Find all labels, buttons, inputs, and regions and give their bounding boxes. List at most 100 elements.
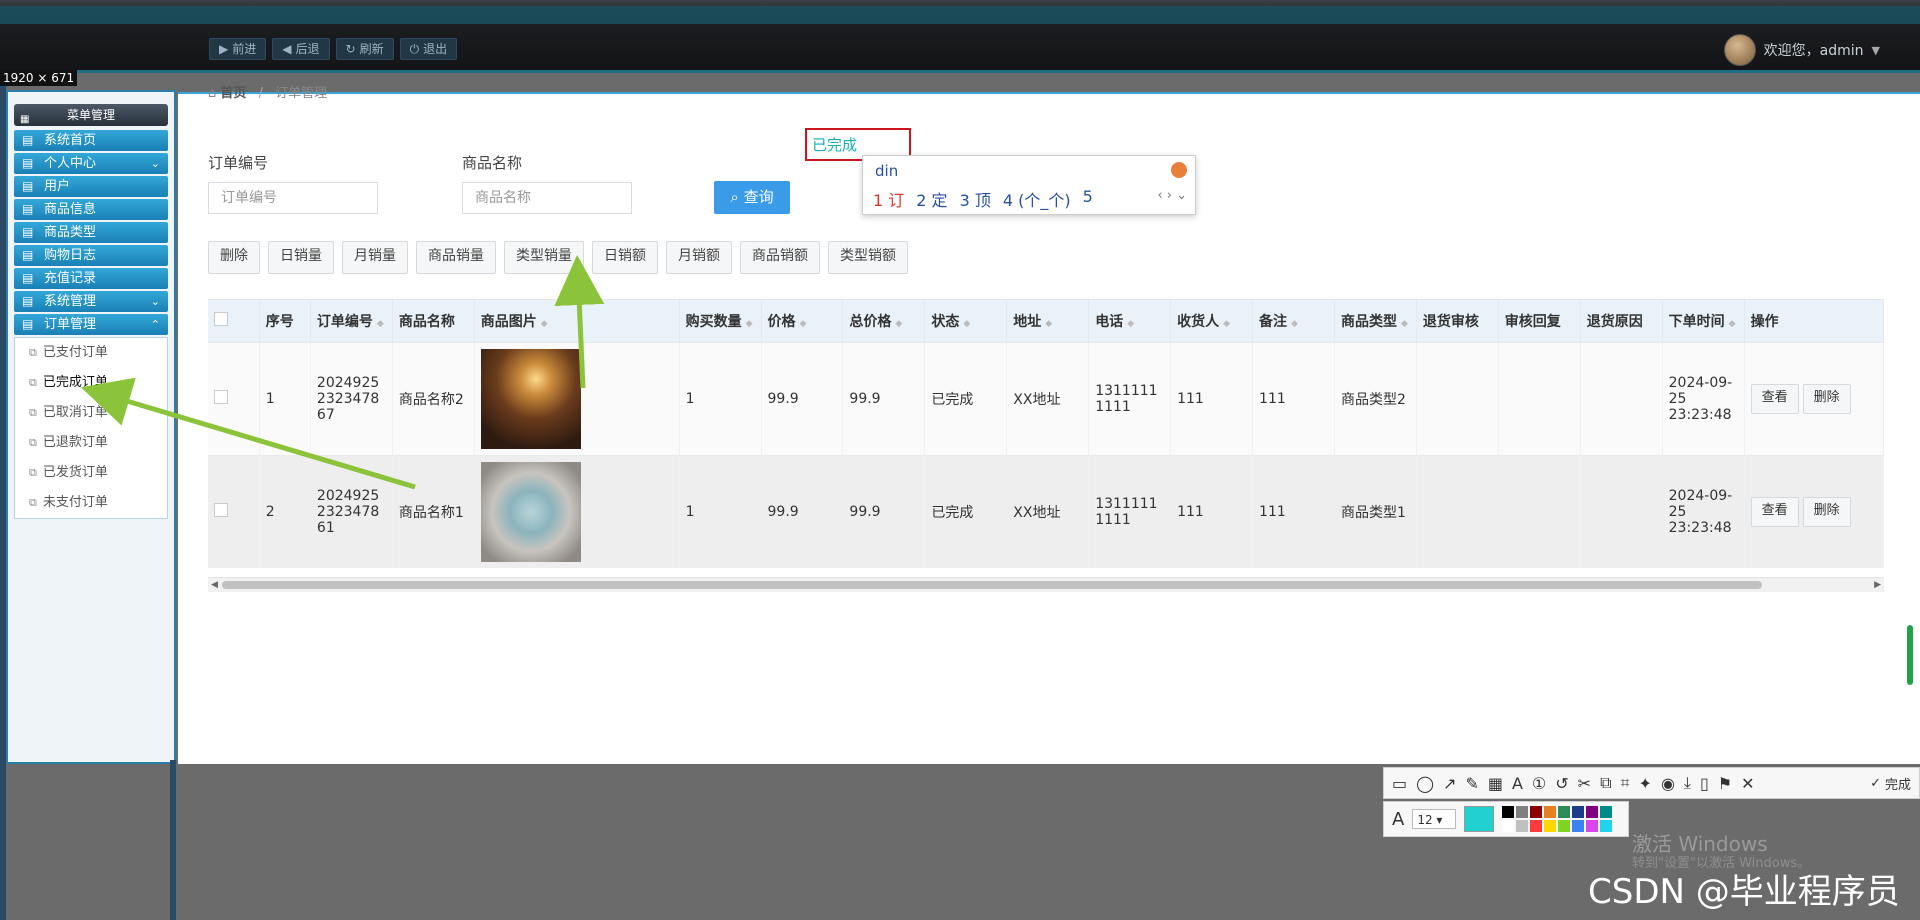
right-scroll-tab[interactable] bbox=[1907, 625, 1913, 685]
delete-row-button[interactable]: 删除 bbox=[1802, 497, 1851, 527]
daily-sales-button[interactable]: 日销量 bbox=[268, 241, 334, 274]
row-checkbox[interactable] bbox=[208, 455, 260, 568]
done-button[interactable]: ✓ 完成 bbox=[1870, 774, 1911, 793]
sidebar-item-shopping-log[interactable]: ▤ 购物日志 bbox=[14, 245, 168, 266]
monthly-sales-button[interactable]: 月销量 bbox=[342, 241, 408, 274]
font-size-select[interactable]: 12 ▾ bbox=[1412, 809, 1457, 829]
type-sales-button[interactable]: 类型销量 bbox=[504, 241, 584, 274]
text-icon[interactable]: A bbox=[1512, 774, 1523, 793]
color-swatch[interactable] bbox=[1502, 806, 1515, 818]
col-header[interactable]: 下单时间 ◆ bbox=[1662, 300, 1745, 343]
back-button[interactable]: ◀ 后退 bbox=[272, 38, 330, 60]
color-swatch[interactable] bbox=[1572, 820, 1585, 832]
color-swatch[interactable] bbox=[1586, 806, 1599, 818]
sidebar-item-products[interactable]: ▤ 商品信息 bbox=[14, 199, 168, 220]
color-swatch[interactable] bbox=[1544, 806, 1557, 818]
close-icon[interactable]: ✕ bbox=[1741, 774, 1754, 793]
color-swatch[interactable] bbox=[1558, 820, 1571, 832]
forward-button[interactable]: ▶ 前进 bbox=[209, 38, 267, 60]
row-checkbox[interactable] bbox=[208, 342, 260, 456]
submenu-paid-orders[interactable]: ⧉ 已支付订单 bbox=[15, 338, 167, 368]
col-header[interactable]: 审核回复 bbox=[1498, 300, 1581, 343]
col-header[interactable]: 地址 ◆ bbox=[1006, 300, 1090, 343]
color-swatch[interactable] bbox=[1530, 820, 1543, 832]
color-swatch[interactable] bbox=[1516, 806, 1529, 818]
sidebar-item-recharge[interactable]: ▤ 充值记录 bbox=[14, 268, 168, 289]
undo-icon[interactable]: ↺ bbox=[1555, 774, 1568, 793]
phone-icon[interactable]: ▯ bbox=[1700, 774, 1709, 793]
color-swatch[interactable] bbox=[1544, 820, 1557, 832]
arrow-icon[interactable]: ↗ bbox=[1443, 774, 1456, 793]
col-header[interactable]: 购买数量 ◆ bbox=[679, 300, 762, 343]
color-swatch[interactable] bbox=[1558, 806, 1571, 818]
col-header[interactable]: 退货原因 bbox=[1580, 300, 1663, 343]
type-revenue-button[interactable]: 类型销额 bbox=[828, 241, 908, 274]
sidebar-item-system[interactable]: ▤ 系统管理 ⌄ bbox=[14, 291, 168, 312]
col-header[interactable]: 订单编号 ◆ bbox=[310, 300, 393, 343]
color-swatch[interactable] bbox=[1600, 806, 1613, 818]
ime-candidate[interactable]: 2 定 bbox=[916, 187, 947, 211]
scroll-right-icon[interactable]: ▶ bbox=[1874, 578, 1881, 592]
monthly-revenue-button[interactable]: 月销额 bbox=[666, 241, 732, 274]
logout-button[interactable]: ⏻ 退出 bbox=[399, 38, 458, 60]
col-header[interactable]: 收货人 ◆ bbox=[1170, 300, 1254, 343]
bookmark-icon[interactable]: ⚑ bbox=[1718, 774, 1732, 793]
current-color-swatch[interactable] bbox=[1464, 806, 1495, 832]
select-all-checkbox[interactable] bbox=[208, 300, 260, 343]
delete-button[interactable]: 删除 bbox=[208, 241, 260, 274]
col-header[interactable]: 商品名称 bbox=[392, 300, 475, 343]
pen-icon[interactable]: ✎ bbox=[1465, 774, 1478, 793]
highlight-text[interactable]: 已完成 bbox=[812, 134, 857, 155]
record-icon[interactable]: ◉ bbox=[1661, 774, 1675, 793]
sidebar-item-home[interactable]: ▤ 系统首页 bbox=[14, 130, 168, 151]
breadcrumb-home[interactable]: 首页 bbox=[220, 86, 246, 101]
scroll-thumb[interactable] bbox=[222, 581, 1762, 589]
sidebar-item-users[interactable]: ▤ 用户 bbox=[14, 176, 168, 197]
scissors-icon[interactable]: ✂ bbox=[1578, 774, 1591, 793]
col-header[interactable]: 总价格 ◆ bbox=[842, 300, 926, 343]
refresh-button[interactable]: ↻ 刷新 bbox=[335, 38, 394, 60]
sidebar-item-orders[interactable]: ▤ 订单管理 ⌃ bbox=[14, 314, 168, 335]
ime-candidate[interactable]: 1 订 bbox=[873, 187, 904, 211]
daily-revenue-button[interactable]: 日销额 bbox=[592, 241, 658, 274]
col-header[interactable]: 价格 ◆ bbox=[761, 300, 844, 343]
ime-candidate[interactable]: 5 bbox=[1083, 187, 1093, 211]
delete-row-button[interactable]: 删除 bbox=[1802, 384, 1851, 414]
color-swatch[interactable] bbox=[1502, 820, 1515, 832]
col-header[interactable]: 备注 ◆ bbox=[1252, 300, 1335, 343]
copy-icon[interactable]: ⧉ bbox=[1600, 773, 1611, 793]
color-swatch[interactable] bbox=[1572, 806, 1585, 818]
number-icon[interactable]: ① bbox=[1532, 774, 1546, 793]
col-header[interactable]: 商品图片 ◆ bbox=[474, 300, 680, 343]
view-button[interactable]: 查看 bbox=[1750, 384, 1799, 414]
submenu-cancelled-orders[interactable]: ⧉ 已取消订单 bbox=[15, 398, 167, 428]
view-button[interactable]: 查看 bbox=[1750, 497, 1799, 527]
col-header[interactable]: 商品类型 ◆ bbox=[1334, 300, 1417, 343]
sidebar-item-product-types[interactable]: ▤ 商品类型 bbox=[14, 222, 168, 243]
mosaic-icon[interactable]: ▦ bbox=[1488, 774, 1503, 793]
submenu-shipped-orders[interactable]: ⧉ 已发货订单 bbox=[15, 458, 167, 488]
crop-icon[interactable]: ⌗ bbox=[1621, 773, 1630, 793]
ime-candidate[interactable]: 3 顶 bbox=[960, 187, 991, 211]
submenu-completed-orders[interactable]: ⧉ 已完成订单 bbox=[15, 368, 167, 398]
col-header[interactable]: 状态 ◆ bbox=[924, 300, 1008, 343]
col-header[interactable]: 电话 ◆ bbox=[1088, 300, 1172, 343]
pin-icon[interactable]: ✦ bbox=[1639, 774, 1652, 793]
color-swatch[interactable] bbox=[1530, 806, 1543, 818]
product-name-input[interactable]: 商品名称 bbox=[462, 182, 632, 214]
ime-candidate[interactable]: 4 (个_个) bbox=[1003, 187, 1071, 211]
sidebar-item-profile[interactable]: ▤ 个人中心 ⌄ bbox=[14, 153, 168, 174]
col-header[interactable]: 退货审核 bbox=[1416, 300, 1499, 343]
ime-nav-icon[interactable]: ‹ › ⌄ bbox=[1157, 188, 1187, 203]
order-no-input[interactable]: 订单编号 bbox=[208, 182, 378, 214]
user-menu[interactable]: 欢迎您，admin ▼ bbox=[1723, 34, 1880, 66]
rect-icon[interactable]: ▭ bbox=[1392, 774, 1407, 793]
submenu-refunded-orders[interactable]: ⧉ 已退款订单 bbox=[15, 428, 167, 458]
col-header[interactable]: 序号 bbox=[259, 300, 311, 343]
horizontal-scrollbar[interactable]: ◀ ▶ bbox=[208, 577, 1884, 592]
product-revenue-button[interactable]: 商品销额 bbox=[740, 241, 820, 274]
color-swatch[interactable] bbox=[1586, 820, 1599, 832]
ellipse-icon[interactable]: ◯ bbox=[1416, 774, 1434, 793]
download-icon[interactable]: ⤓ bbox=[1684, 773, 1691, 793]
submenu-unpaid-orders[interactable]: ⧉ 未支付订单 bbox=[15, 488, 167, 518]
